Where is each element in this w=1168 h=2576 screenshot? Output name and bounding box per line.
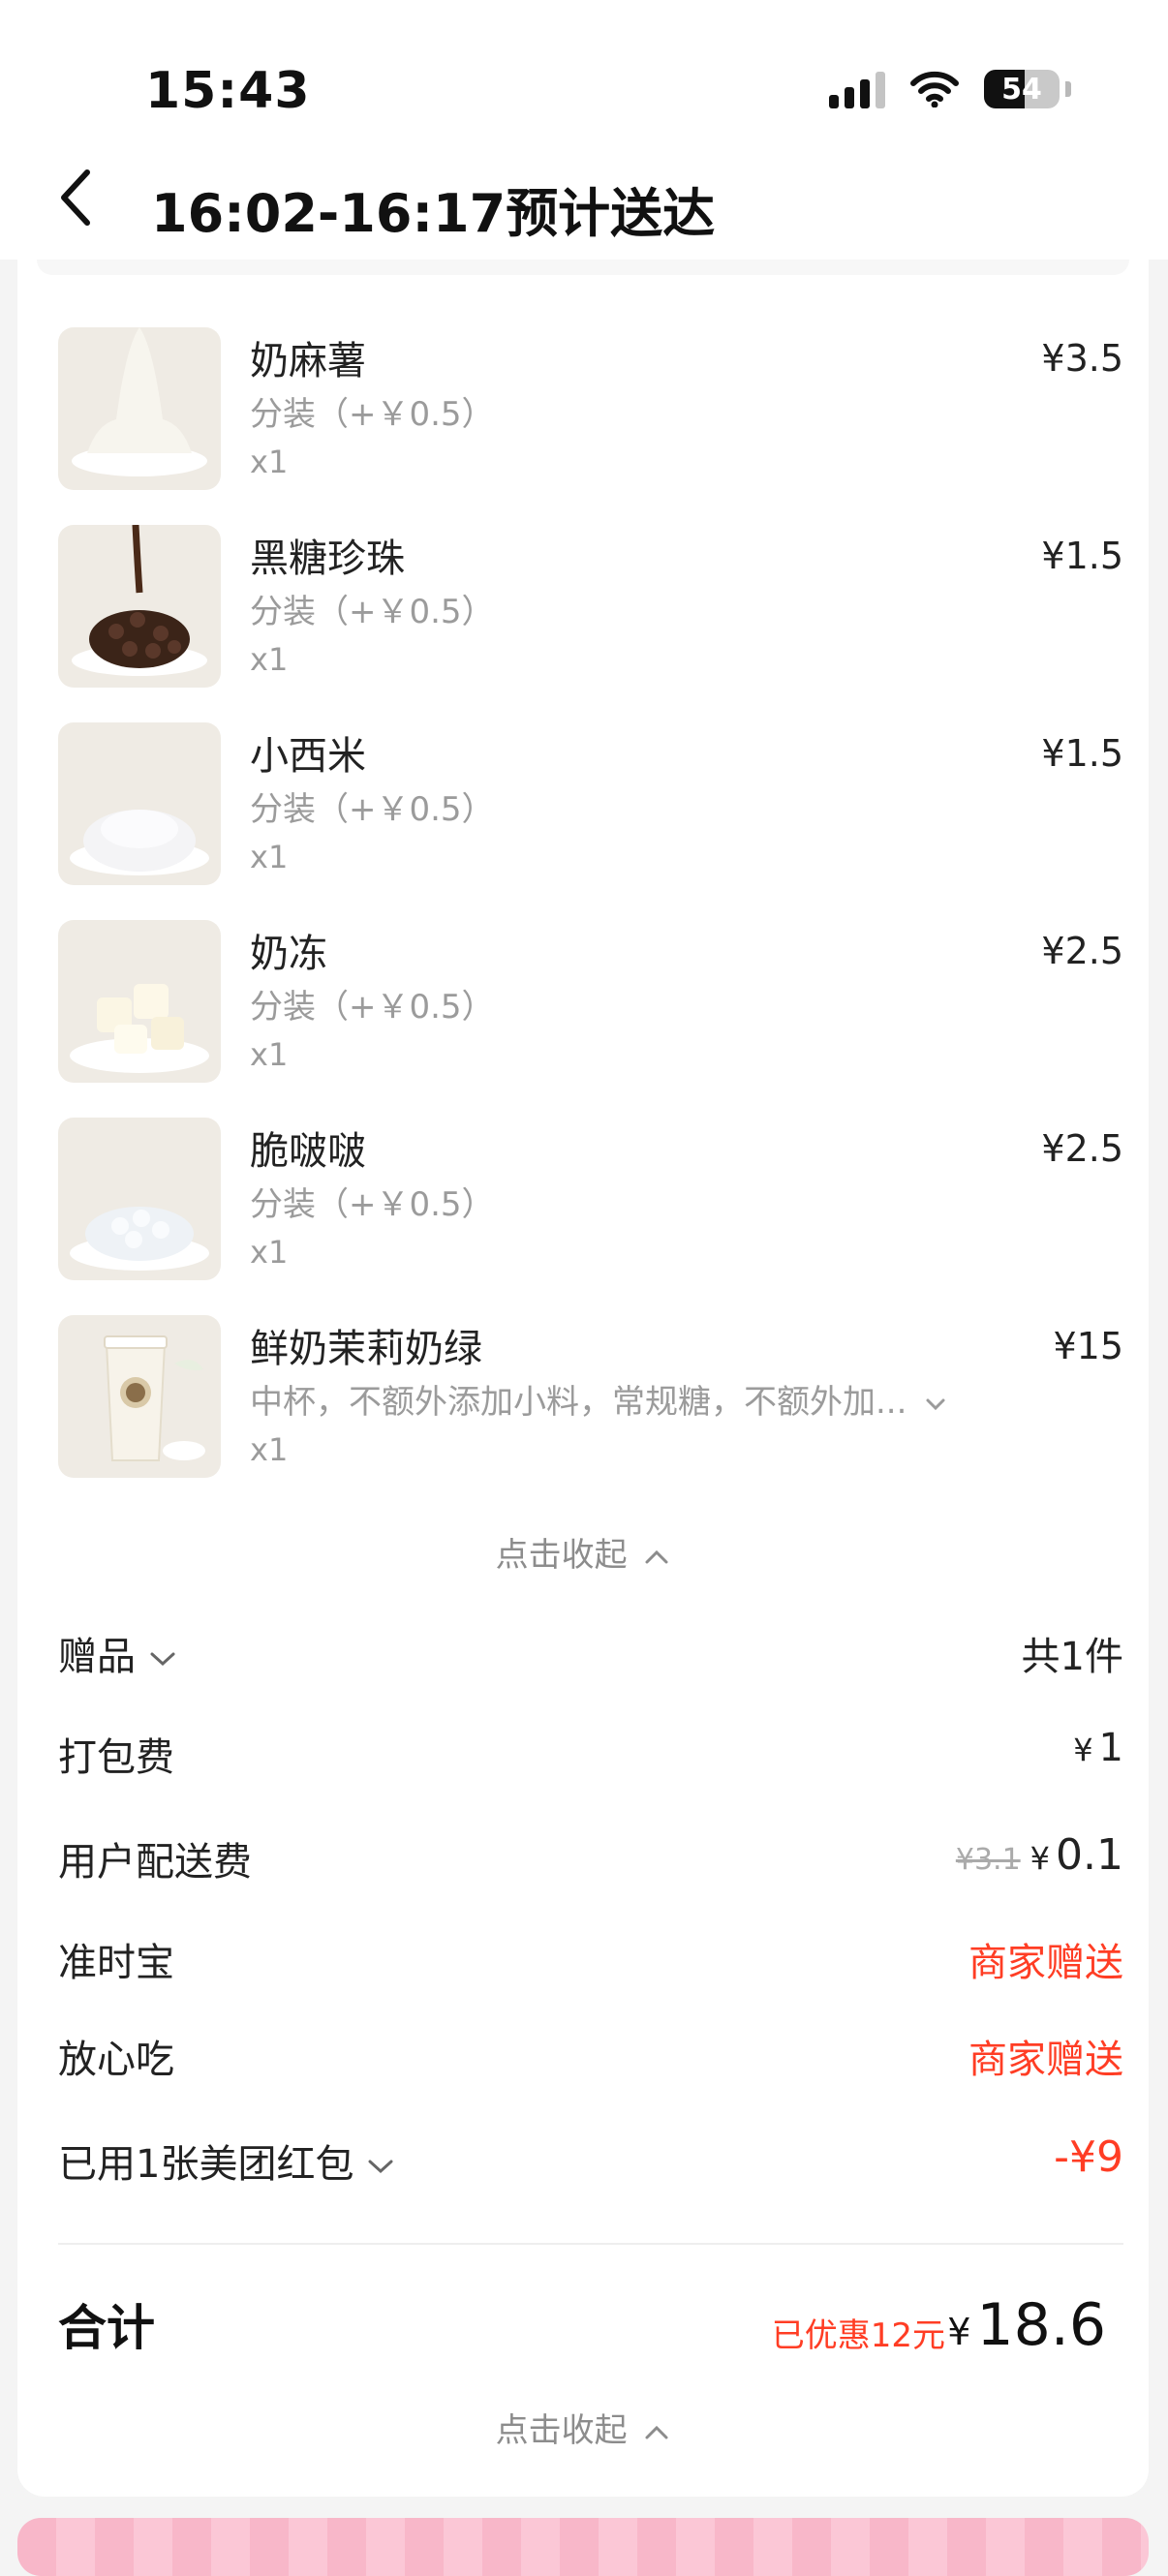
- list-item[interactable]: 鲜奶茉莉奶绿 中杯，不额外添加小料，常规糖，不额外加... x1 ¥15: [58, 1315, 1123, 1480]
- item-qty: x1: [250, 1036, 289, 1073]
- battery-percent: 54: [1001, 72, 1042, 107]
- item-spec: 分装（+￥0.5）: [250, 593, 495, 631]
- product-image: [58, 1118, 221, 1280]
- wifi-icon: [910, 71, 959, 107]
- product-image: [58, 525, 221, 688]
- item-qty: x1: [250, 641, 289, 678]
- item-spec[interactable]: 中杯，不额外添加小料，常规糖，不额外加...: [250, 1375, 946, 1423]
- ontime-value: 商家赠送: [968, 1941, 1123, 1985]
- red-packet-row[interactable]: 已用1张美团红包 -¥9: [58, 2132, 1123, 2191]
- ontime-row: 准时宝 商家赠送: [58, 1931, 1123, 1989]
- item-spec: 分装（+￥0.5）: [250, 395, 495, 434]
- total-amount: ¥18.6: [947, 2291, 1106, 2359]
- total-label: 合计: [58, 2300, 155, 2356]
- collapse-label: 点击收起: [495, 2411, 628, 2450]
- product-image: [58, 1315, 221, 1478]
- item-qty: x1: [250, 1234, 289, 1271]
- product-image: [58, 920, 221, 1083]
- list-item[interactable]: 脆啵啵 分装（+￥0.5） x1 ¥2.5: [58, 1118, 1123, 1282]
- top-bar: 15:43 54 16:02-16:17预计送达: [0, 0, 1168, 260]
- delivery-fee-label: 用户配送费: [58, 1840, 252, 1885]
- item-qty: x1: [250, 839, 289, 875]
- item-name: 奶冻: [250, 932, 327, 976]
- gift-label: 赠品: [58, 1625, 177, 1681]
- red-packet-value: -¥9: [1054, 2132, 1123, 2182]
- item-name: 奶麻薯: [250, 339, 366, 383]
- item-name: 小西米: [250, 734, 366, 779]
- item-name: 脆啵啵: [250, 1129, 366, 1174]
- item-spec: 分装（+￥0.5）: [250, 790, 495, 829]
- delivery-fee-row: 用户配送费 ¥3.1 ¥0.1: [58, 1830, 1123, 1888]
- status-icons: 54: [829, 70, 1071, 108]
- item-price: ¥1.5: [1041, 732, 1123, 775]
- list-item[interactable]: 小西米 分装（+￥0.5） x1 ¥1.5: [58, 722, 1123, 887]
- chevron-down-icon: [150, 1652, 175, 1667]
- order-detail-card: 奶麻薯 分装（+￥0.5） x1 ¥3.5 黑糖珍珠 分装（+￥0.5） x1 …: [17, 194, 1149, 2497]
- safe-eat-row: 放心吃 商家赠送: [58, 2028, 1123, 2086]
- safe-eat-label: 放心吃: [58, 2038, 174, 2082]
- product-image: [58, 327, 221, 490]
- list-item[interactable]: 奶冻 分装（+￥0.5） x1 ¥2.5: [58, 920, 1123, 1085]
- total-saved: 已优惠12元: [771, 2316, 945, 2355]
- safe-eat-value: 商家赠送: [968, 2038, 1123, 2082]
- item-name: 鲜奶茉莉奶绿: [250, 1327, 482, 1371]
- chevron-up-icon: [645, 1549, 668, 1563]
- divider: [58, 2243, 1123, 2245]
- item-price: ¥15: [1053, 1325, 1123, 1367]
- delivery-fee-value: ¥3.1 ¥0.1: [955, 1830, 1123, 1880]
- item-spec-text: 中杯，不额外添加小料，常规糖，不额外加...: [250, 1383, 907, 1422]
- list-item[interactable]: 黑糖珍珠 分装（+￥0.5） x1 ¥1.5: [58, 525, 1123, 690]
- packing-fee-value: ¥1: [1073, 1726, 1123, 1770]
- chevron-down-icon[interactable]: [925, 1397, 946, 1411]
- battery-icon: 54: [984, 70, 1060, 108]
- red-packet-label: 已用1张美团红包: [58, 2132, 395, 2189]
- collapse-items-link[interactable]: 点击收起: [17, 1528, 1149, 1576]
- cellular-signal-icon: [829, 70, 885, 108]
- status-time: 15:43: [145, 62, 311, 120]
- gift-value: 共1件: [1021, 1635, 1123, 1679]
- item-qty: x1: [250, 1431, 289, 1468]
- chevron-up-icon: [645, 2425, 668, 2438]
- collapse-label: 点击收起: [495, 1536, 628, 1575]
- delivery-fee-original: ¥3.1: [955, 1843, 1021, 1877]
- collapse-summary-link[interactable]: 点击收起: [17, 2404, 1149, 2451]
- bottom-banner-peek: [17, 2518, 1149, 2576]
- chevron-down-icon: [368, 2160, 393, 2174]
- item-price: ¥1.5: [1041, 535, 1123, 577]
- item-price: ¥2.5: [1041, 1127, 1123, 1170]
- packing-fee-row: 打包费 ¥1: [58, 1726, 1123, 1784]
- back-icon[interactable]: [56, 167, 95, 229]
- item-spec: 分装（+￥0.5）: [250, 988, 495, 1027]
- packing-fee-label: 打包费: [58, 1735, 174, 1780]
- item-price: ¥3.5: [1041, 337, 1123, 380]
- list-item[interactable]: 奶麻薯 分装（+￥0.5） x1 ¥3.5: [58, 327, 1123, 492]
- page-title: 16:02-16:17预计送达: [151, 183, 716, 244]
- item-qty: x1: [250, 444, 289, 480]
- ontime-label: 准时宝: [58, 1941, 174, 1985]
- product-image: [58, 722, 221, 885]
- battery-nub: [1065, 81, 1071, 97]
- item-name: 黑糖珍珠: [250, 537, 405, 581]
- gift-row[interactable]: 赠品 共1件: [58, 1625, 1123, 1683]
- item-spec: 分装（+￥0.5）: [250, 1185, 495, 1224]
- item-price: ¥2.5: [1041, 930, 1123, 972]
